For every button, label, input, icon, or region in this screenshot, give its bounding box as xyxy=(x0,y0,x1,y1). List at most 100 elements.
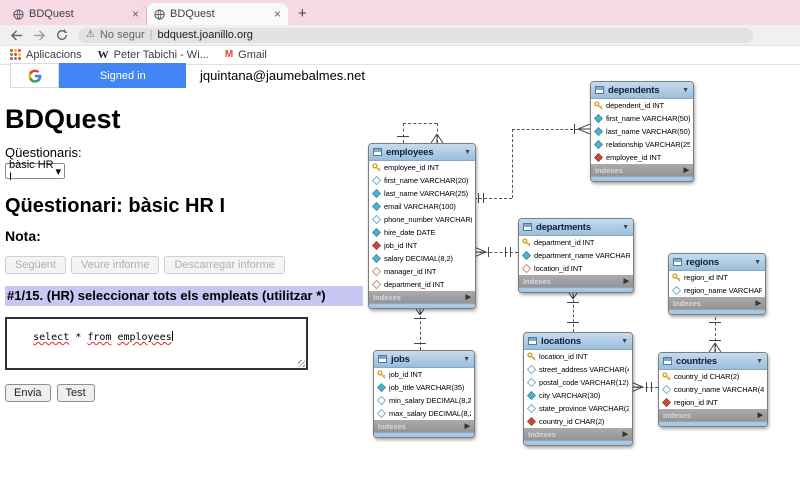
db-column-row: email VARCHAR(100) xyxy=(369,200,475,213)
resize-handle-icon[interactable] xyxy=(298,360,305,367)
db-column-row: relationship VARCHAR(25) xyxy=(591,138,693,151)
key-icon xyxy=(594,101,603,110)
column-notnull-icon xyxy=(372,202,381,211)
expand-arrow-icon: ▶ xyxy=(758,411,763,419)
reload-button[interactable] xyxy=(56,29,68,41)
db-column-text: postal_code VARCHAR(12) xyxy=(539,378,629,387)
db-column-row: hire_date DATE xyxy=(369,226,475,239)
google-signin-widget[interactable]: Signed in jquintana@jaumebalmes.net xyxy=(10,63,365,88)
db-column-row: department_id INT xyxy=(519,236,633,249)
db-table-name: jobs xyxy=(391,354,459,365)
db-indexes-footer: Indexes▶ xyxy=(369,291,475,303)
column-notnull-icon xyxy=(372,254,381,263)
db-column-text: min_salary DECIMAL(8,2) xyxy=(389,396,471,405)
new-tab-button[interactable]: + xyxy=(298,5,307,25)
connector-employees-departments xyxy=(474,252,518,253)
browser-tab-1[interactable]: BDQuest × xyxy=(6,3,147,25)
fk-notnull-icon xyxy=(594,153,603,162)
db-indexes-footer: Indexes▶ xyxy=(519,275,633,287)
gmail-icon: M xyxy=(225,49,233,60)
db-table-bottom-strip xyxy=(519,287,633,292)
db-column-text: country_name VARCHAR(40) xyxy=(674,385,764,394)
db-column-text: first_name VARCHAR(50) xyxy=(606,114,690,123)
db-table-bottom-strip xyxy=(659,421,767,426)
close-icon[interactable]: × xyxy=(132,9,139,19)
fk-notnull-icon xyxy=(527,417,536,426)
column-notnull-icon xyxy=(527,391,536,400)
db-column-text: country_id CHAR(2) xyxy=(674,372,739,381)
view-report-button[interactable]: Veure informe xyxy=(71,256,159,274)
connector-employees-self xyxy=(403,123,404,143)
download-report-button[interactable]: Descarregar informe xyxy=(164,256,284,274)
expand-arrow-icon: ▶ xyxy=(756,299,761,307)
bookmark-wikipedia[interactable]: W Peter Tabichi - Wi... xyxy=(98,49,209,61)
close-icon[interactable]: × xyxy=(274,9,281,19)
back-button[interactable] xyxy=(10,30,23,41)
column-notnull-icon xyxy=(372,228,381,237)
db-column-text: employee_id INT xyxy=(384,163,439,172)
db-column-text: department_id INT xyxy=(384,280,444,289)
next-button[interactable]: Següent xyxy=(5,256,66,274)
collapse-arrow-icon: ▼ xyxy=(464,149,471,156)
db-table-body: region_id INTregion_name VARCHAR(25) xyxy=(669,271,765,297)
db-column-row: department_name VARCHAR(30) xyxy=(519,249,633,262)
column-notnull-icon xyxy=(377,383,386,392)
db-column-row: country_id CHAR(2) xyxy=(659,370,767,383)
signed-in-button[interactable]: Signed in xyxy=(59,63,186,88)
bookmark-apps[interactable]: Aplicacions xyxy=(10,49,82,61)
column-nullable-icon xyxy=(527,404,536,413)
questionnaire-selected-value: bàsic HR I xyxy=(9,159,55,183)
column-nullable-icon xyxy=(372,176,381,185)
sql-word: from xyxy=(87,332,111,343)
one-mark xyxy=(505,247,506,257)
column-notnull-icon xyxy=(594,114,603,123)
key-icon xyxy=(377,370,386,379)
db-column-row: job_id INT xyxy=(374,368,474,381)
column-nullable-icon xyxy=(372,215,381,224)
db-column-row: manager_id INT xyxy=(369,265,475,278)
submit-button[interactable]: Envia xyxy=(5,384,51,402)
db-table-name: dependents xyxy=(608,85,678,96)
bookmark-label: Gmail xyxy=(238,49,267,61)
key-icon xyxy=(672,273,681,282)
db-column-row: min_salary DECIMAL(8,2) xyxy=(374,394,474,407)
db-column-row: employee_id INT xyxy=(591,151,693,164)
indexes-label: Indexes xyxy=(373,293,401,302)
sql-input[interactable]: select * from employees xyxy=(5,317,308,370)
fk-nullable-icon xyxy=(522,264,531,273)
forward-button[interactable] xyxy=(33,30,46,41)
one-mark xyxy=(414,318,426,319)
connector-employees-self xyxy=(437,123,438,143)
db-table-header: dependents▼ xyxy=(591,82,693,99)
not-secure-warning-icon[interactable]: ⚠ xyxy=(86,30,95,40)
column-nullable-icon xyxy=(527,365,536,374)
db-column-text: employee_id INT xyxy=(606,153,661,162)
db-column-text: job_id INT xyxy=(389,370,422,379)
db-column-row: postal_code VARCHAR(12) xyxy=(524,376,632,389)
db-table-body: department_id INTdepartment_name VARCHAR… xyxy=(519,236,633,275)
db-table-name: departments xyxy=(536,222,618,233)
db-column-row: job_id INT xyxy=(369,239,475,252)
bookmark-gmail[interactable]: M Gmail xyxy=(225,49,267,61)
db-column-row: country_id CHAR(2) xyxy=(524,415,632,428)
security-label: No segur xyxy=(100,29,145,41)
db-table-jobs: jobs▼job_id INTjob_title VARCHAR(35)min_… xyxy=(373,350,475,438)
one-mark xyxy=(574,124,575,134)
fk-notnull-icon xyxy=(372,241,381,250)
address-bar[interactable]: ⚠ No segur | bdquest.joanillo.org xyxy=(78,28,753,43)
db-column-text: location_id INT xyxy=(534,264,583,273)
table-icon xyxy=(523,223,532,231)
crowfoot-icon xyxy=(578,124,590,134)
test-button[interactable]: Test xyxy=(57,384,95,402)
db-column-text: region_id INT xyxy=(684,273,728,282)
text-caret xyxy=(172,331,173,341)
one-mark xyxy=(651,382,652,392)
db-column-row: salary DECIMAL(8,2) xyxy=(369,252,475,265)
connector-employees-dependents xyxy=(512,129,513,198)
crowfoot-icon xyxy=(414,306,426,315)
questionnaire-select[interactable]: bàsic HR I ▾ xyxy=(5,163,65,179)
one-mark xyxy=(709,322,721,323)
collapse-arrow-icon: ▼ xyxy=(622,224,629,231)
db-column-row: first_name VARCHAR(20) xyxy=(369,174,475,187)
browser-tab-2[interactable]: BDQuest × xyxy=(147,3,288,25)
